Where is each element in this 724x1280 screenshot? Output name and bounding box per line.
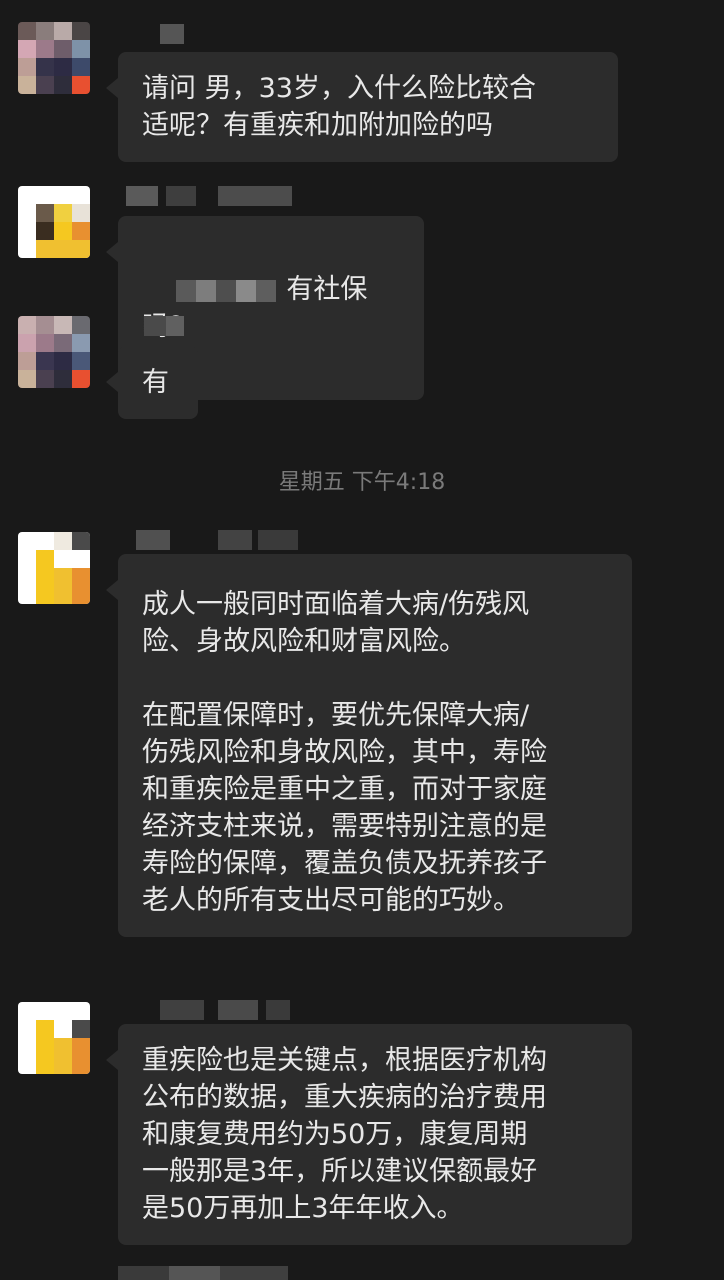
message-bubble[interactable]: 成人一般同时面临着大病/伤残风 险、身故风险和财富风险。 在配置保障时，要优先保… [106, 554, 632, 937]
sender-name [160, 24, 184, 44]
user-avatar[interactable] [18, 316, 90, 388]
sender-name [126, 530, 326, 550]
user-avatar[interactable] [18, 22, 90, 94]
chat-view: 请问 男，33岁，入什么险比较合 适呢？有重疾和加附加险的吗 有社保吗? [0, 0, 724, 1280]
agent-avatar[interactable] [18, 532, 90, 604]
sender-name [126, 316, 186, 336]
message-bubble[interactable]: 有 [106, 346, 198, 419]
message-bubble[interactable]: 重疾险也是关键点，根据医疗机构 公布的数据，重大疾病的治疗费用 和康复费用约为5… [106, 1024, 632, 1245]
agent-avatar[interactable] [18, 1002, 90, 1074]
agent-avatar[interactable] [18, 186, 90, 258]
message-bubble[interactable]: 请问 男，33岁，入什么险比较合 适呢？有重疾和加附加险的吗 [106, 52, 618, 162]
redacted-mention [176, 279, 277, 302]
timestamp: 星期五 下午4:18 [278, 470, 446, 495]
sender-name [126, 186, 296, 206]
sender-name [126, 1000, 296, 1020]
sender-name [118, 1266, 288, 1280]
